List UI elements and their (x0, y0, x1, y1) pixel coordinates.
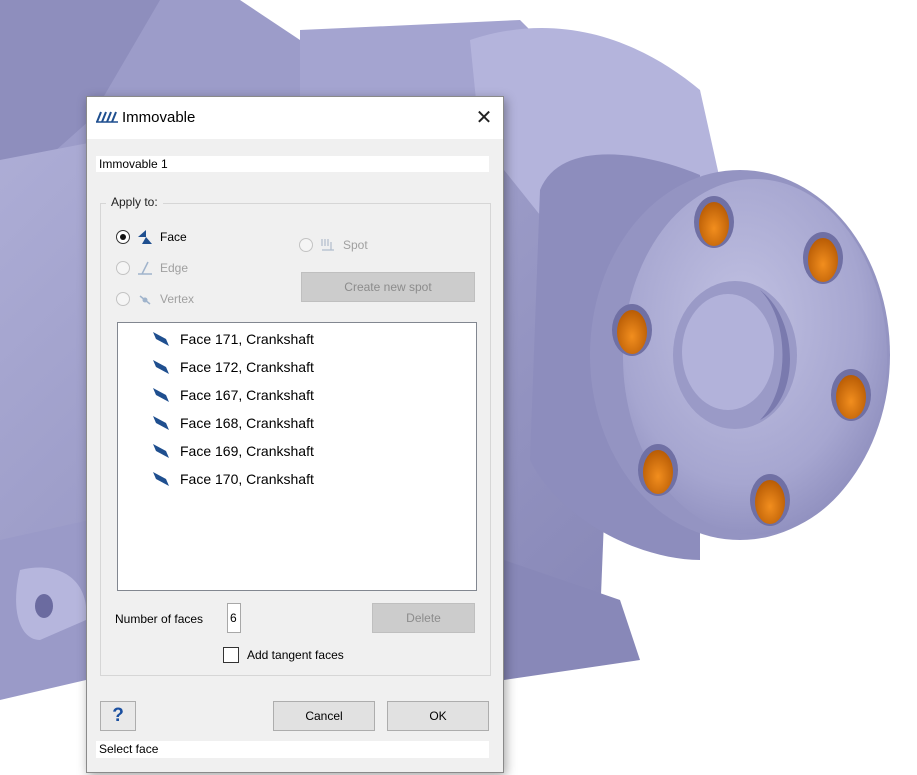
radio-face-button[interactable] (116, 230, 130, 244)
radio-spot[interactable]: Spot (299, 236, 368, 254)
face-icon (153, 444, 169, 458)
face-icon (153, 388, 169, 402)
bolt-hole-face (836, 375, 866, 419)
radio-face[interactable]: Face (116, 228, 187, 246)
spot-icon (321, 239, 334, 251)
face-list[interactable]: Face 171, Crankshaft Face 172, Crankshaft… (117, 322, 477, 591)
add-tangent-faces-label: Add tangent faces (247, 648, 344, 662)
bolt-hole-face (755, 480, 785, 524)
close-button[interactable]: ✕ (471, 105, 497, 131)
radio-face-label: Face (160, 230, 187, 244)
add-tangent-faces-checkbox[interactable] (223, 647, 239, 663)
cancel-button[interactable]: Cancel (273, 701, 375, 731)
apply-to-legend: Apply to: (106, 195, 163, 209)
radio-edge-label: Edge (160, 261, 189, 275)
status-bar: Select face (96, 741, 489, 758)
bolt-hole-face (808, 238, 838, 282)
radio-spot-button[interactable] (299, 238, 313, 252)
face-list-item[interactable]: Face 169, Crankshaft (118, 437, 476, 465)
immovable-icon (96, 111, 118, 123)
number-of-faces-label: Number of faces (115, 612, 204, 626)
face-list-item-label: Face 167, Crankshaft (180, 387, 314, 403)
add-tangent-faces-row[interactable]: Add tangent faces (223, 647, 344, 663)
delete-button[interactable]: Delete (372, 603, 475, 633)
face-icon (153, 332, 169, 346)
radio-vertex-button[interactable] (116, 292, 130, 306)
face-list-item-label: Face 172, Crankshaft (180, 359, 314, 375)
face-list-item-label: Face 169, Crankshaft (180, 443, 314, 459)
edge-icon (138, 261, 152, 275)
face-list-item[interactable]: Face 170, Crankshaft (118, 465, 476, 493)
face-list-item[interactable]: Face 168, Crankshaft (118, 409, 476, 437)
face-list-item-label: Face 171, Crankshaft (180, 331, 314, 347)
radio-spot-label: Spot (343, 238, 368, 252)
lug-hole (35, 594, 53, 618)
face-icon (138, 230, 152, 244)
number-of-faces-field: 6 (227, 603, 241, 633)
radio-vertex[interactable]: Vertex (116, 290, 194, 308)
face-list-item-label: Face 170, Crankshaft (180, 471, 314, 487)
create-new-spot-button[interactable]: Create new spot (301, 272, 475, 302)
bolt-hole-face (643, 450, 673, 494)
face-icon (153, 472, 169, 486)
immovable-dialog: Immovable ✕ Apply to: Face Edge Vertex (86, 96, 504, 773)
ok-button[interactable]: OK (387, 701, 489, 731)
face-icon (153, 416, 169, 430)
title-bar[interactable]: Immovable ✕ (87, 97, 503, 139)
face-icon (153, 360, 169, 374)
flange-recess-inner (682, 294, 774, 410)
radio-edge[interactable]: Edge (116, 259, 188, 277)
vertex-icon (139, 295, 151, 305)
radio-vertex-label: Vertex (160, 292, 195, 306)
bolt-hole-face (617, 310, 647, 354)
dialog-title: Immovable (122, 109, 196, 126)
bolt-hole-face (699, 202, 729, 246)
face-list-item[interactable]: Face 171, Crankshaft (118, 325, 476, 353)
constraint-name-field[interactable] (96, 156, 489, 172)
face-list-item-label: Face 168, Crankshaft (180, 415, 314, 431)
radio-edge-button[interactable] (116, 261, 130, 275)
help-button[interactable]: ? (100, 701, 136, 731)
face-list-item[interactable]: Face 172, Crankshaft (118, 353, 476, 381)
face-list-item[interactable]: Face 167, Crankshaft (118, 381, 476, 409)
